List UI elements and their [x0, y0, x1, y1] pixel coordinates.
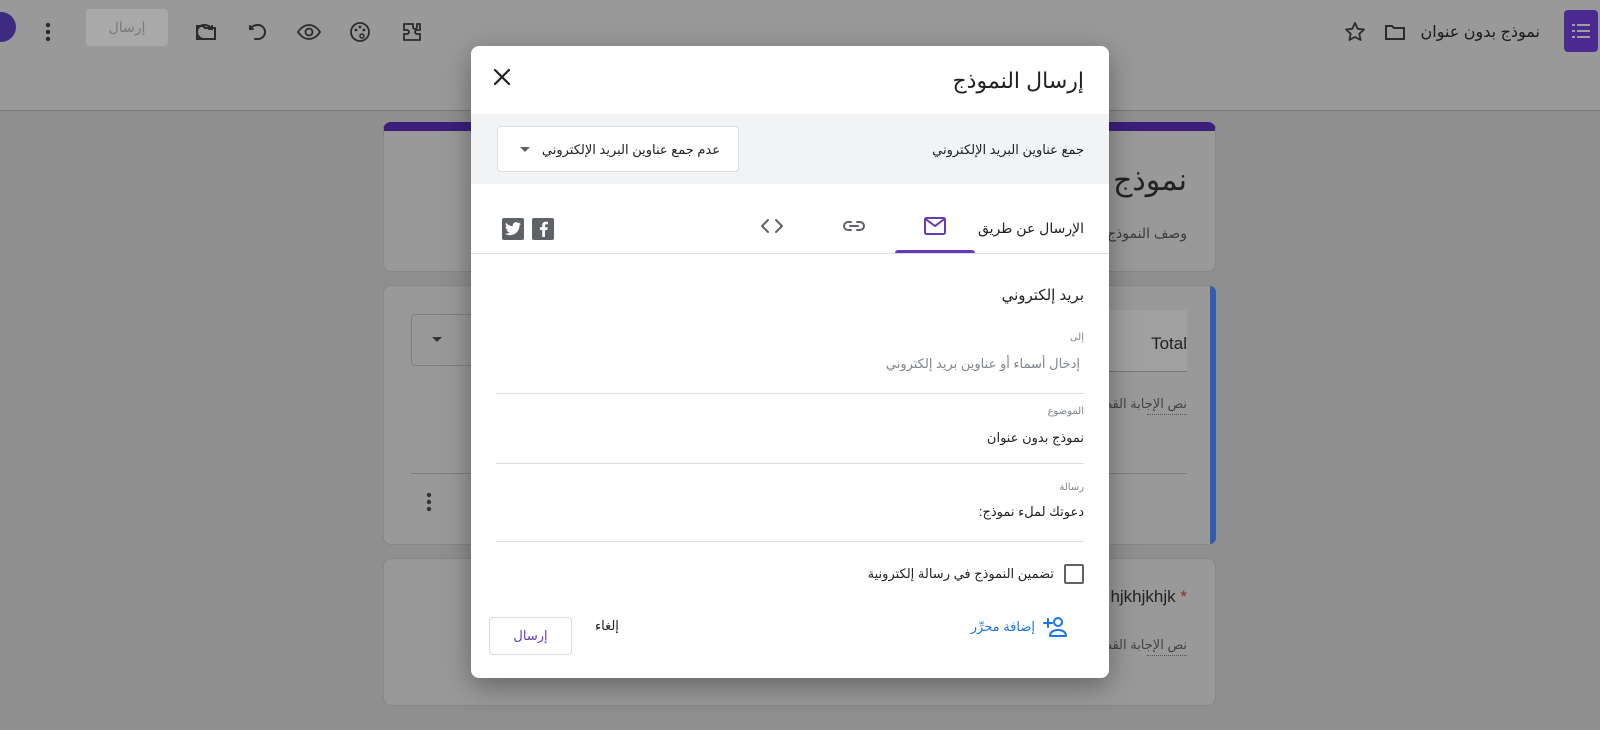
email-section-title: بريد إلكتروني [1001, 287, 1084, 304]
tab-email[interactable] [895, 206, 975, 253]
addon-icon[interactable] [398, 18, 426, 46]
code-icon [761, 219, 783, 233]
add-editor-label: إضافة محرِّر [970, 619, 1035, 634]
include-form-row[interactable]: تضمين النموذج في رسالة إلكترونية [868, 562, 1084, 586]
forms-logo-icon[interactable] [1564, 10, 1598, 52]
required-mark: * [1180, 587, 1187, 606]
include-form-label: تضمين النموذج في رسالة إلكترونية [867, 566, 1054, 581]
send-button-top[interactable]: إرسال [86, 9, 168, 46]
subject-field[interactable]: الموضوع نموذج بدون عنوان [496, 406, 1084, 464]
collect-emails-row: جمع عناوين البريد الإلكتروني عدم جمع عنا… [471, 114, 1109, 184]
include-form-checkbox[interactable] [1064, 564, 1084, 584]
star-icon[interactable] [1341, 18, 1369, 46]
question-title-text: hjkhjkhjk [1110, 587, 1176, 606]
collect-emails-label: جمع عناوين البريد الإلكتروني [932, 142, 1084, 157]
caret-down-icon [520, 147, 530, 152]
tab-link[interactable] [814, 206, 894, 253]
short-answer-line [1147, 655, 1187, 656]
collect-emails-value: عدم جمع عناوين البريد الإلكتروني [541, 142, 720, 157]
to-field[interactable]: إلى إدخال أسماء أو عناوين بريد إلكتروني [496, 332, 1084, 394]
subject-label: الموضوع [1047, 406, 1084, 417]
facebook-icon[interactable] [532, 218, 554, 240]
undo-icon[interactable] [243, 18, 271, 46]
to-input[interactable]: إدخال أسماء أو عناوين بريد إلكتروني [886, 356, 1080, 372]
link-icon [843, 221, 865, 231]
form-description: وصف النموذج [1106, 225, 1187, 241]
palette-icon[interactable] [346, 18, 374, 46]
send-via-tabs: الإرسال عن طريق [471, 184, 1109, 254]
subject-input[interactable]: نموذج بدون عنوان [987, 430, 1084, 446]
message-label: رسالة [1059, 482, 1084, 493]
dialog-title: إرسال النموذج [952, 68, 1084, 93]
send-form-dialog: إرسال النموذج جمع عناوين البريد الإلكترو… [471, 46, 1109, 678]
cancel-button[interactable]: إلغاء [595, 618, 619, 634]
send-button[interactable]: إرسال [489, 617, 572, 655]
twitter-icon[interactable] [502, 218, 524, 240]
mail-icon [924, 217, 946, 235]
avatar[interactable] [0, 12, 16, 42]
folder-icon[interactable] [1381, 18, 1409, 46]
person-add-icon [1043, 617, 1067, 637]
more-vert-icon [426, 492, 432, 517]
add-editor-button[interactable]: إضافة محرِّر [971, 614, 1069, 640]
collect-emails-select[interactable]: عدم جمع عناوين البريد الإلكتروني [497, 126, 739, 172]
preview-eye-icon[interactable] [295, 18, 323, 46]
doc-title[interactable]: نموذج بدون عنوان [1421, 22, 1540, 42]
message-field[interactable]: رسالة دعوتك لملء نموذج: [496, 482, 1084, 542]
redo-icon[interactable] [191, 18, 219, 46]
short-answer-line [1147, 414, 1187, 415]
question-title: hjkhjkhjk * [1110, 587, 1187, 607]
send-via-label: الإرسال عن طريق [977, 220, 1084, 236]
more-vert-icon[interactable] [34, 18, 62, 46]
tab-embed[interactable] [732, 206, 812, 253]
close-icon[interactable] [489, 64, 515, 90]
message-input[interactable]: دعوتك لملء نموذج: [979, 504, 1084, 520]
to-label: إلى [1069, 332, 1084, 343]
question-title: Total [1151, 334, 1187, 353]
